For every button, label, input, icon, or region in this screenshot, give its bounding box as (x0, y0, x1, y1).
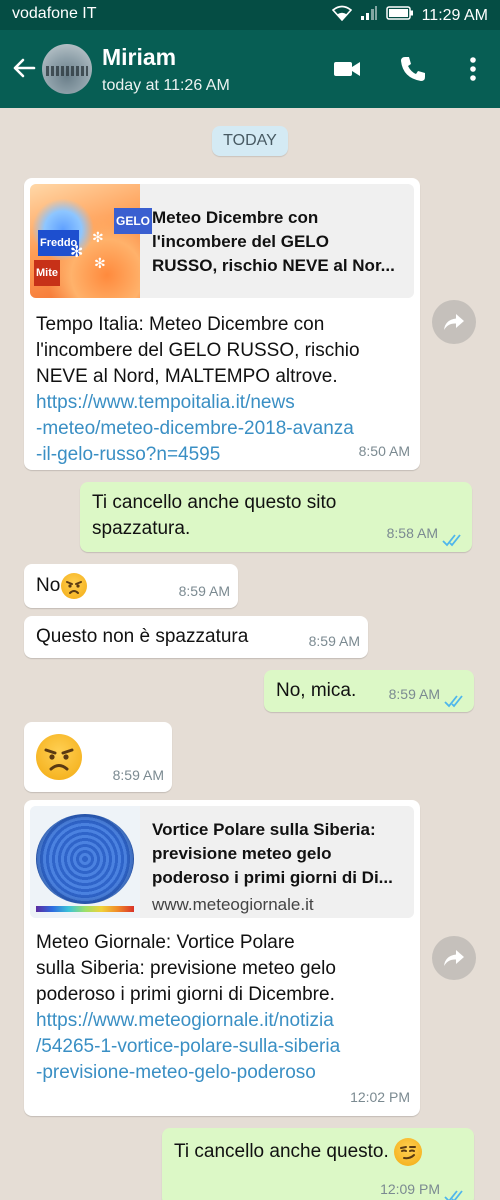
read-receipt-icon (444, 1185, 466, 1200)
read-receipt-icon (444, 690, 466, 708)
message-text: No, mica. (276, 680, 357, 701)
message-time: 8:59 AM (112, 767, 164, 783)
forward-button[interactable] (432, 300, 476, 344)
angry-face-icon (61, 573, 88, 599)
battery-icon (385, 6, 414, 25)
wifi-icon (331, 5, 352, 26)
share-arrow-icon (444, 314, 464, 330)
snowflake-icon: ✻ (70, 244, 84, 261)
message-outgoing[interactable]: No, mica. 8:59 AM (264, 670, 474, 712)
preview-thumbnail (30, 806, 140, 918)
thumb-label-mite: Mite (34, 260, 60, 286)
angry-face-icon (36, 734, 82, 780)
link-preview[interactable]: Vortice Polare sulla Siberia: previsione… (30, 806, 414, 918)
message-outgoing[interactable]: Ti cancello anche questo sito spazzatura… (80, 482, 472, 552)
message-text: Meteo Giornale: Vortice Polare sulla Sib… (36, 932, 336, 1005)
avatar[interactable] (42, 44, 92, 94)
clock: 11:29 AM (421, 6, 488, 24)
video-call-icon[interactable] (332, 54, 362, 84)
contact-name[interactable]: Miriam (102, 44, 176, 71)
share-arrow-icon (444, 950, 464, 966)
more-vert-icon[interactable] (458, 54, 488, 84)
preview-domain: www.meteogiornale.it (152, 895, 314, 914)
message-outgoing[interactable]: Ti cancello anche questo. 12:09 PM (162, 1128, 474, 1200)
snowflake-icon: ✻ (92, 229, 104, 245)
preview-title: Meteo Dicembre con l'incombere del GELO … (152, 208, 395, 275)
thumb-label-gelo: GELO (114, 208, 153, 234)
message-time: 8:59 AM (388, 686, 440, 702)
message-link[interactable]: https://www.meteogiornale.it/notizia /54… (36, 1008, 414, 1086)
phone-icon[interactable] (398, 54, 428, 84)
message-incoming[interactable]: No 8:59 AM (24, 564, 238, 608)
message-time: 8:58 AM (386, 525, 438, 541)
link-preview[interactable]: GELO Freddo Mite ✻ ✻ ✻ Meteo Dicembre co… (30, 184, 414, 298)
message-time: 8:50 AM (358, 443, 410, 459)
forward-button[interactable] (432, 936, 476, 980)
date-chip: TODAY (212, 126, 288, 156)
read-receipt-icon (442, 529, 464, 547)
message-link[interactable]: https://www.tempoitalia.it/news -meteo/m… (36, 390, 414, 468)
message-incoming-emoji[interactable]: 8:59 AM (24, 722, 172, 792)
chat-area[interactable]: TODAY GELO Freddo Mite ✻ ✻ ✻ Meteo Dicem… (0, 108, 500, 1200)
preview-title: Vortice Polare sulla Siberia: previsione… (152, 820, 393, 887)
signal-icon (360, 5, 378, 26)
message-text: Questo non è spazzatura (36, 626, 249, 647)
message-incoming-link[interactable]: Vortice Polare sulla Siberia: previsione… (24, 800, 420, 1116)
preview-thumbnail: GELO Freddo Mite ✻ ✻ ✻ (30, 184, 153, 298)
message-time: 8:59 AM (308, 633, 360, 649)
message-time: 12:09 PM (380, 1181, 440, 1197)
message-text: Tempo Italia: Meteo Dicembre con l'incom… (36, 314, 360, 387)
message-incoming[interactable]: Questo non è spazzatura 8:59 AM (24, 616, 368, 658)
smirking-face-icon (394, 1138, 423, 1166)
message-time: 12:02 PM (350, 1089, 410, 1105)
message-text: No (36, 573, 88, 599)
carrier-label: vodafone IT (12, 5, 97, 22)
message-incoming-link[interactable]: GELO Freddo Mite ✻ ✻ ✻ Meteo Dicembre co… (24, 178, 420, 470)
chat-header: Miriam today at 11:26 AM (0, 30, 500, 108)
message-text: Ti cancello anche questo. (174, 1138, 423, 1166)
status-bar: vodafone IT 11:29 AM (0, 0, 500, 30)
back-arrow-icon[interactable] (10, 54, 38, 82)
message-text: Ti cancello anche questo sito spazzatura… (92, 492, 337, 539)
snowflake-icon: ✻ (94, 255, 106, 271)
message-time: 8:59 AM (178, 583, 230, 599)
last-seen: today at 11:26 AM (102, 77, 230, 94)
